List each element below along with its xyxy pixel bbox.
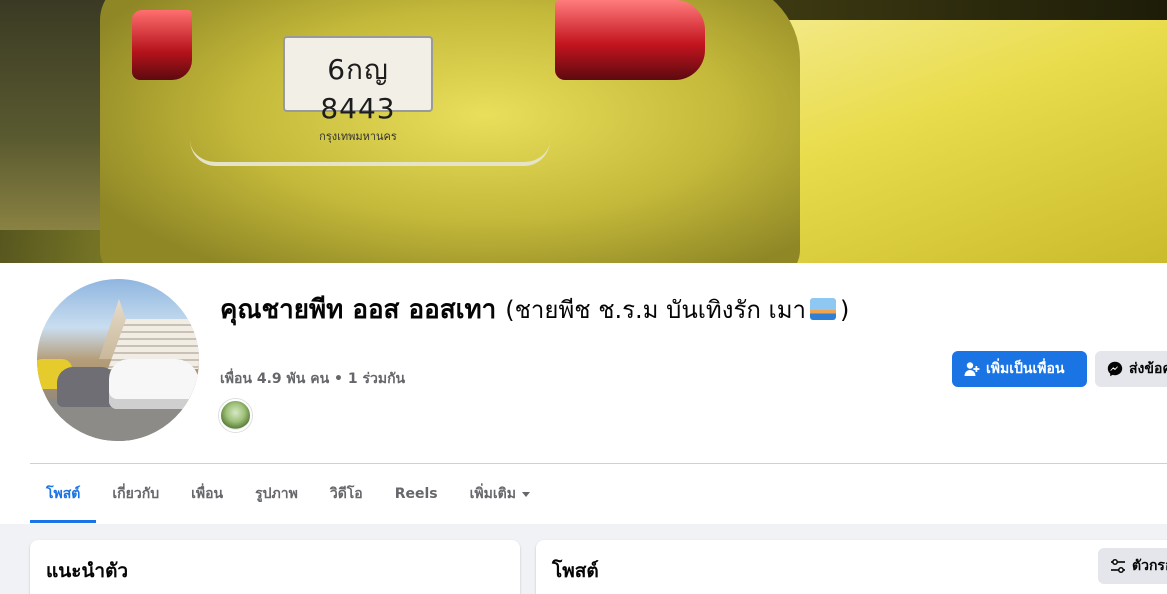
message-label: ส่งข้อความ bbox=[1129, 361, 1167, 377]
add-friend-label: เพิ่มเป็นเพื่อน bbox=[986, 361, 1065, 377]
friends-count[interactable]: เพื่อน 4.9 พัน คน • 1 ร่วมกัน bbox=[220, 368, 405, 390]
filter-button[interactable]: ตัวกรอง bbox=[1098, 548, 1167, 584]
tab-friends[interactable]: เพื่อน bbox=[175, 465, 239, 523]
profile-avatar[interactable] bbox=[33, 275, 203, 445]
messenger-icon bbox=[1107, 361, 1123, 377]
profile-alt-name: (ชายพีช ช.ร.ม บันเทิงรัก เมา) bbox=[505, 296, 850, 324]
cover-photo[interactable]: 6กญ 8443 กรุงเทพมหานคร bbox=[0, 0, 1167, 263]
tab-more[interactable]: เพิ่มเติม bbox=[454, 465, 546, 523]
filter-icon bbox=[1111, 559, 1125, 573]
cover-road bbox=[747, 20, 1167, 263]
cover-taillight-left bbox=[132, 10, 192, 80]
intro-card: แนะนำตัว bbox=[30, 540, 520, 594]
tab-about[interactable]: เกี่ยวกับ bbox=[96, 465, 175, 523]
message-button[interactable]: ส่งข้อความ bbox=[1095, 351, 1167, 387]
chevron-down-icon bbox=[521, 491, 530, 497]
avatar-car-white bbox=[109, 359, 199, 409]
profile-tabs: โพสต์ เกี่ยวกับ เพื่อน รูปภาพ วิดีโอ Ree… bbox=[30, 465, 546, 523]
header-divider bbox=[30, 463, 1167, 464]
sunrise-emoji-icon bbox=[810, 298, 837, 320]
tab-reels[interactable]: Reels bbox=[379, 465, 454, 523]
add-friend-button[interactable]: เพิ่มเป็นเพื่อน bbox=[952, 351, 1087, 387]
profile-name-main: คุณชายพีท ออส ออสเทา bbox=[220, 295, 497, 325]
tab-photos[interactable]: รูปภาพ bbox=[239, 465, 314, 523]
plate-number: 6กญ 8443 bbox=[320, 53, 396, 125]
filter-label: ตัวกรอง bbox=[1132, 558, 1167, 574]
plate-province: กรุงเทพมหานคร bbox=[319, 130, 397, 143]
intro-title: แนะนำตัว bbox=[46, 560, 129, 582]
tab-videos[interactable]: วิดีโอ bbox=[314, 465, 379, 523]
posts-title: โพสต์ bbox=[552, 560, 599, 582]
license-plate: 6กญ 8443 กรุงเทพมหานคร bbox=[283, 36, 433, 143]
profile-name: คุณชายพีท ออส ออสเทา (ชายพีช ช.ร.ม บันเท… bbox=[220, 288, 870, 332]
posts-card: โพสต์ ตัวกรอง bbox=[536, 540, 1167, 594]
tab-posts[interactable]: โพสต์ bbox=[30, 465, 97, 523]
mutual-friend-avatar[interactable] bbox=[219, 399, 252, 432]
cover-taillight-right bbox=[555, 0, 705, 80]
add-friend-icon bbox=[964, 362, 980, 376]
avatar-car-grey bbox=[57, 367, 117, 407]
